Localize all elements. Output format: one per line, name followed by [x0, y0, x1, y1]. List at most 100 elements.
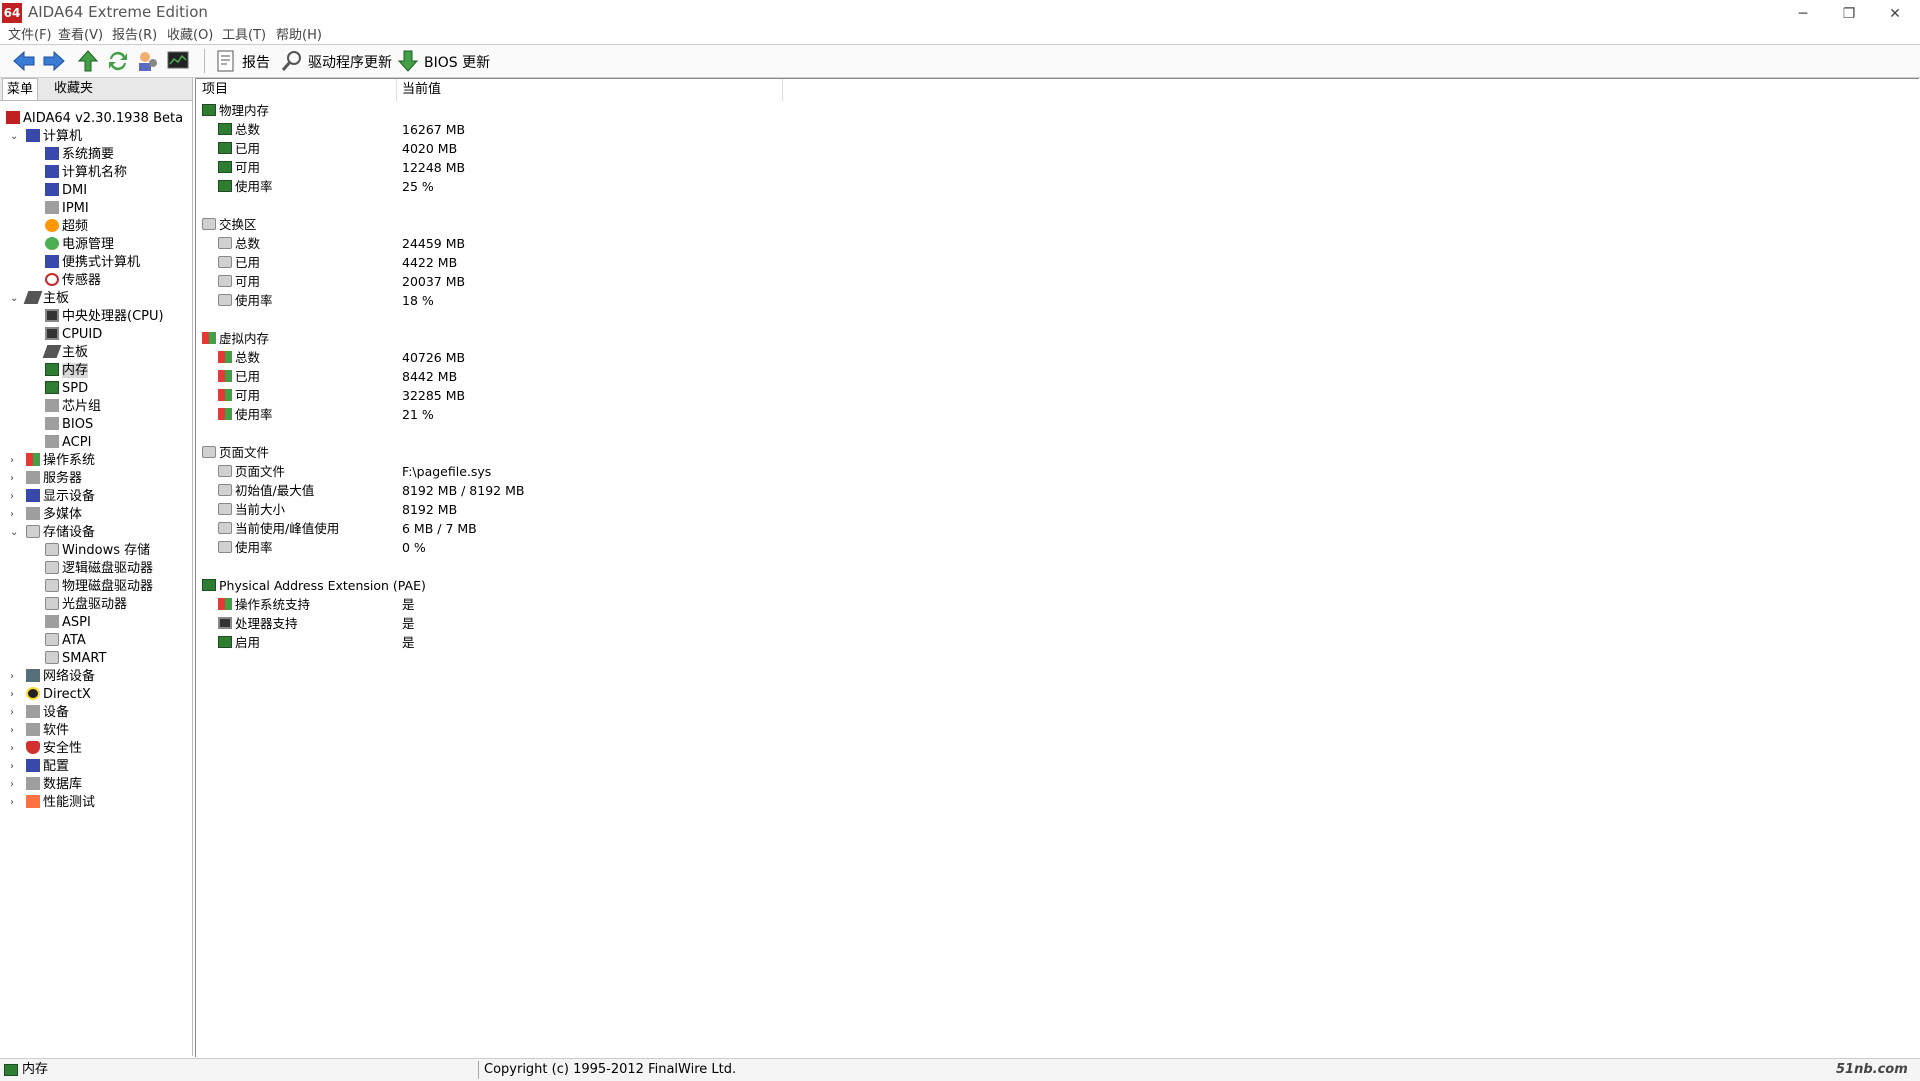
tree-item-memory[interactable]: 内存 — [45, 362, 89, 380]
cpu-icon — [45, 309, 59, 322]
tree-item-multimedia[interactable]: 多媒体 — [26, 506, 82, 524]
table-row[interactable]: 处理器支持 — [218, 614, 298, 633]
report-button[interactable]: 报告 — [242, 52, 270, 72]
tree-item-dmi[interactable]: DMI — [45, 182, 87, 200]
menu-help[interactable]: 帮助(H) — [276, 24, 322, 43]
table-row[interactable]: 可用 — [218, 158, 260, 177]
expand-icon[interactable]: › — [10, 492, 20, 502]
ram-icon — [218, 636, 232, 648]
tree-item-config[interactable]: 配置 — [26, 758, 69, 776]
collapse-icon[interactable]: ⌄ — [10, 528, 20, 538]
tree-item-windows-storage[interactable]: Windows 存储 — [45, 542, 150, 560]
tree-item-overclock[interactable]: 超频 — [45, 218, 88, 236]
table-row[interactable]: 可用 — [218, 386, 260, 405]
search-icon[interactable] — [280, 49, 304, 73]
expand-icon[interactable]: › — [10, 708, 20, 718]
tree-item-spd[interactable]: SPD — [45, 380, 88, 398]
menu-favorites[interactable]: 收藏(O) — [167, 24, 213, 43]
tree-item-display[interactable]: 显示设备 — [26, 488, 95, 506]
menu-tools[interactable]: 工具(T) — [222, 24, 266, 43]
tree-item-portable[interactable]: 便携式计算机 — [45, 254, 140, 272]
expand-icon[interactable]: › — [10, 780, 20, 790]
expand-icon[interactable]: › — [10, 474, 20, 484]
expand-icon[interactable]: › — [10, 726, 20, 736]
table-row[interactable]: 当前大小 — [218, 500, 285, 519]
table-row[interactable]: 已用 — [218, 367, 260, 386]
tree-item-sensor[interactable]: 传感器 — [45, 272, 101, 290]
user-icon[interactable] — [136, 49, 160, 73]
tree-item-optical-drives[interactable]: 光盘驱动器 — [45, 596, 127, 614]
table-row[interactable]: 当前使用/峰值使用 — [218, 519, 339, 538]
tree-item-cpuid[interactable]: CPUID — [45, 326, 102, 344]
tab-favorites[interactable]: 收藏夹 — [50, 78, 97, 99]
tree-item-devices[interactable]: 设备 — [26, 704, 69, 722]
tree-item-ata[interactable]: ATA — [45, 632, 86, 650]
menu-view[interactable]: 查看(V) — [58, 24, 103, 43]
tree-item-chipset[interactable]: 芯片组 — [45, 398, 101, 416]
back-arrow-icon[interactable] — [12, 49, 36, 73]
tree-item-benchmark[interactable]: 性能测试 — [26, 794, 95, 812]
tree-item-storage[interactable]: 存储设备 — [26, 524, 95, 542]
table-row[interactable]: 使用率 — [218, 177, 273, 196]
report-icon[interactable] — [214, 49, 238, 73]
expand-icon[interactable]: › — [10, 690, 20, 700]
expand-icon[interactable]: › — [10, 456, 20, 466]
table-row[interactable]: 已用 — [218, 253, 260, 272]
forward-arrow-icon[interactable] — [42, 49, 66, 73]
tree-item-motherboard[interactable]: 主板 — [23, 290, 69, 308]
table-row[interactable]: 初始值/最大值 — [218, 481, 314, 500]
column-header-item[interactable]: 项目 — [202, 79, 397, 101]
table-row[interactable]: 操作系统支持 — [218, 595, 310, 614]
row-value: 4020 MB — [402, 141, 458, 156]
tree-item-logical-drives[interactable]: 逻辑磁盘驱动器 — [45, 560, 153, 578]
table-row[interactable]: 启用 — [218, 633, 260, 652]
tree-item-ipmi[interactable]: IPMI — [45, 200, 89, 218]
table-row[interactable]: 使用率 — [218, 405, 273, 424]
tree-item-acpi[interactable]: ACPI — [45, 434, 91, 452]
table-row[interactable]: 总数 — [218, 234, 260, 253]
tree-item-cpu[interactable]: 中央处理器(CPU) — [45, 308, 164, 326]
up-arrow-icon[interactable] — [76, 49, 100, 73]
refresh-icon[interactable] — [106, 49, 130, 73]
expand-icon[interactable]: › — [10, 672, 20, 682]
tree-item-software[interactable]: 软件 — [26, 722, 69, 740]
tree-item-physical-drives[interactable]: 物理磁盘驱动器 — [45, 578, 153, 596]
tree-item-summary[interactable]: 系统摘要 — [45, 146, 114, 164]
tree-item-aspi[interactable]: ASPI — [45, 614, 91, 632]
tree-item-smart[interactable]: SMART — [45, 650, 106, 668]
download-arrow-icon[interactable] — [396, 49, 420, 73]
monitor-icon[interactable] — [166, 49, 190, 73]
tree-item-security[interactable]: 安全性 — [26, 740, 82, 758]
tree-item-network[interactable]: 网络设备 — [26, 668, 95, 686]
tab-menu[interactable]: 菜单 — [2, 78, 39, 100]
tree-item-bios[interactable]: BIOS — [45, 416, 93, 434]
table-row[interactable]: 已用 — [218, 139, 260, 158]
expand-icon[interactable]: › — [10, 510, 20, 520]
expand-icon[interactable]: › — [10, 798, 20, 808]
column-header-value[interactable]: 当前值 — [402, 79, 783, 101]
tree-item-database[interactable]: 数据库 — [26, 776, 82, 794]
tree-item-computer[interactable]: 计算机 — [26, 128, 82, 146]
menu-report[interactable]: 报告(R) — [112, 24, 157, 43]
tree-item-os[interactable]: 操作系统 — [26, 452, 95, 470]
expand-icon[interactable]: › — [10, 744, 20, 754]
driver-update-button[interactable]: 驱动程序更新 — [308, 52, 392, 72]
table-row[interactable]: 总数 — [218, 120, 260, 139]
tree-item-board[interactable]: 主板 — [42, 344, 88, 362]
tree-item-directx[interactable]: DirectX — [26, 686, 91, 704]
table-row[interactable]: 可用 — [218, 272, 260, 291]
bios-update-button[interactable]: BIOS 更新 — [424, 52, 490, 72]
tree-item-server[interactable]: 服务器 — [26, 470, 82, 488]
tree-item-power[interactable]: 电源管理 — [45, 236, 114, 254]
table-row[interactable]: 总数 — [218, 348, 260, 367]
menu-file[interactable]: 文件(F) — [8, 24, 52, 43]
tree-item-computer-name[interactable]: 计算机名称 — [45, 164, 127, 182]
status-bar: 内存 Copyright (c) 1995-2012 FinalWire Ltd… — [0, 1058, 1920, 1081]
collapse-icon[interactable]: ⌄ — [10, 294, 20, 304]
expand-icon[interactable]: › — [10, 762, 20, 772]
table-row[interactable]: 使用率 — [218, 291, 273, 310]
collapse-icon[interactable]: ⌄ — [10, 132, 20, 142]
table-row[interactable]: 使用率 — [218, 538, 273, 557]
table-row[interactable]: 页面文件 — [218, 462, 285, 481]
tree-item-root[interactable]: AIDA64 v2.30.1938 Beta — [6, 110, 183, 128]
